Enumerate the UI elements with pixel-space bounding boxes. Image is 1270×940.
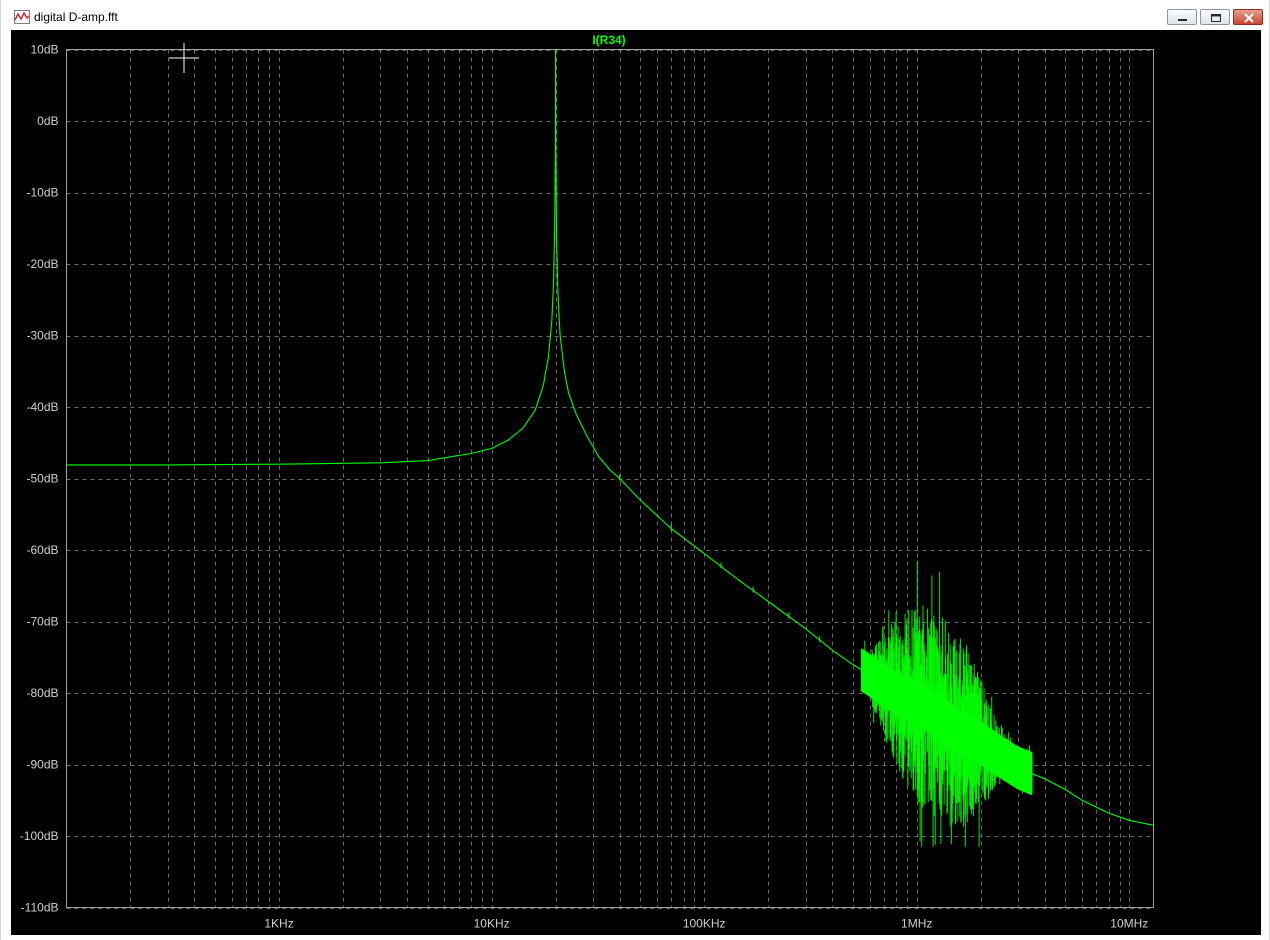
fft-chart[interactable]: 10dB 0dB -10dB -20dB -30dB -40dB -50dB -60dB -70… — [11, 30, 1261, 935]
x-tick-label: 1KHz — [264, 917, 293, 931]
plot-window: digital D-amp.fft 10dB 0dB -10dB -20dB -30dB… — [0, 0, 1270, 940]
plot-area[interactable]: 10dB 0dB -10dB -20dB -30dB -40dB -50dB -60dB -70… — [11, 30, 1261, 935]
y-tick-label: 0dB — [37, 114, 58, 128]
y-tick-label: -30dB — [26, 329, 58, 343]
minimize-icon — [1178, 19, 1187, 21]
waveform-icon — [14, 10, 30, 24]
y-tick-label: -10dB — [26, 186, 58, 200]
y-tick-label: -40dB — [26, 400, 58, 414]
y-tick-label: -110dB — [21, 901, 59, 915]
y-axis-labels: 10dB 0dB -10dB -20dB -30dB -40dB -50dB -60dB -70… — [20, 43, 59, 915]
x-tick-label: 100KHz — [683, 917, 726, 931]
maximize-button[interactable] — [1200, 9, 1230, 25]
x-tick-label: 10KHz — [474, 917, 510, 931]
y-tick-label: -70dB — [26, 615, 58, 629]
y-tick-label: -100dB — [20, 829, 59, 843]
y-tick-label: -50dB — [26, 472, 58, 486]
window-bottom-edge — [1, 935, 1269, 940]
x-axis-labels: 1KHz 10KHz 100KHz 1MHz 10MHz — [264, 917, 1148, 931]
y-tick-label: 10dB — [30, 43, 58, 57]
x-tick-label: 1MHz — [901, 917, 932, 931]
minimize-button[interactable] — [1167, 9, 1197, 25]
y-tick-label: -80dB — [26, 686, 58, 700]
y-tick-label: -90dB — [26, 758, 58, 772]
y-tick-label: -20dB — [26, 257, 58, 271]
x-tick-label: 10MHz — [1110, 917, 1148, 931]
trace-title[interactable]: I(R34) — [592, 33, 625, 47]
y-tick-label: -60dB — [26, 543, 58, 557]
window-title: digital D-amp.fft — [34, 10, 118, 24]
maximize-icon — [1211, 14, 1221, 22]
close-icon — [1244, 13, 1254, 23]
close-button[interactable] — [1233, 9, 1263, 25]
title-bar[interactable]: digital D-amp.fft — [1, 0, 1269, 34]
trace-i-r34 — [66, 49, 1154, 847]
